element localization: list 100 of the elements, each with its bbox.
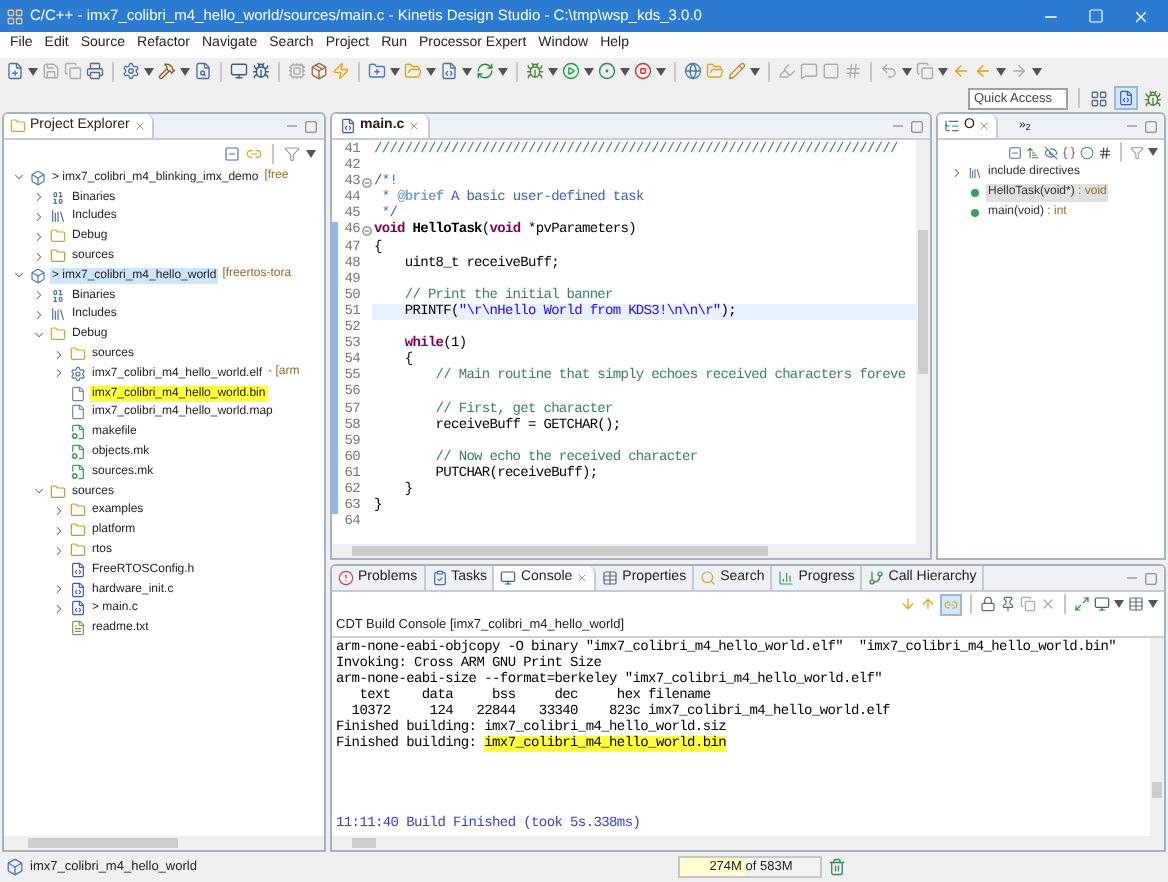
folder-icon[interactable]	[70, 502, 86, 519]
progress-icon[interactable]	[778, 570, 795, 586]
folder-icon[interactable]	[50, 248, 66, 265]
bug-icon[interactable]	[526, 62, 544, 80]
link-icon[interactable]	[246, 145, 262, 161]
caret-icon[interactable]	[426, 67, 436, 75]
close-icon[interactable]	[408, 120, 421, 132]
caret-icon[interactable]	[28, 67, 38, 75]
code-file-icon[interactable]	[70, 581, 86, 598]
collapse-chevron-icon[interactable]	[32, 484, 46, 499]
text-file-icon[interactable]	[70, 620, 86, 637]
folder-icon[interactable]	[50, 483, 66, 500]
lock-icon[interactable]	[980, 596, 996, 612]
caret-icon[interactable]	[390, 67, 400, 75]
scrollbar[interactable]	[1150, 637, 1164, 836]
chip-icon[interactable]	[288, 62, 306, 80]
fold-icon[interactable]	[361, 177, 371, 188]
open-perspective-icon[interactable]	[1090, 89, 1108, 107]
copy-icon[interactable]	[1020, 596, 1036, 612]
code-file-icon[interactable]	[70, 561, 86, 578]
caret-icon[interactable]	[1148, 148, 1158, 156]
scrollbar[interactable]	[916, 140, 930, 544]
lightning-icon[interactable]	[332, 62, 350, 80]
bug-icon[interactable]	[1144, 89, 1162, 107]
bug-icon[interactable]	[252, 62, 270, 80]
run-config-icon[interactable]	[598, 62, 616, 80]
caret-icon[interactable]	[996, 67, 1006, 75]
caret-icon[interactable]	[498, 67, 508, 75]
copy-icon[interactable]	[64, 62, 82, 80]
library-icon[interactable]	[50, 306, 66, 323]
fold-icon[interactable]	[361, 226, 371, 237]
caret-icon[interactable]	[620, 67, 630, 75]
library-icon[interactable]	[50, 208, 66, 225]
folder-icon[interactable]	[70, 346, 86, 363]
caret-icon[interactable]	[462, 67, 472, 75]
trash-icon[interactable]	[828, 858, 847, 876]
gear-icon[interactable]	[70, 365, 86, 382]
file-icon[interactable]	[70, 424, 86, 441]
file-search-icon[interactable]	[194, 62, 212, 80]
new-file-icon[interactable]	[6, 62, 24, 80]
gear-icon[interactable]	[122, 62, 140, 80]
collapse-chevron-icon[interactable]	[32, 327, 46, 342]
caret-icon[interactable]	[180, 67, 190, 75]
pin-icon[interactable]	[1000, 596, 1016, 612]
project-icon[interactable]	[30, 267, 46, 284]
expand-chevron-icon[interactable]	[950, 166, 964, 181]
maximize-icon[interactable]	[304, 119, 318, 133]
code-file-icon[interactable]	[340, 118, 356, 134]
code-file-icon[interactable]	[70, 600, 86, 617]
caret-icon[interactable]	[656, 67, 666, 75]
collapse-all-icon[interactable]	[1008, 145, 1022, 159]
package-icon[interactable]	[310, 62, 328, 80]
arrow-down-icon[interactable]	[900, 596, 916, 612]
square-icon[interactable]	[822, 62, 840, 80]
caret-icon[interactable]	[902, 67, 912, 75]
print-icon[interactable]	[86, 62, 104, 80]
collapse-chevron-icon[interactable]	[12, 170, 26, 185]
close-icon[interactable]	[576, 572, 589, 584]
hierarchy-icon[interactable]	[868, 570, 885, 586]
globe-icon[interactable]	[684, 62, 702, 80]
folder-icon[interactable]	[50, 326, 66, 343]
new-folder-icon[interactable]	[368, 62, 386, 80]
file-icon[interactable]	[70, 444, 86, 461]
run-icon[interactable]	[562, 62, 580, 80]
caret-icon[interactable]	[1114, 600, 1124, 608]
scrollbar[interactable]	[4, 836, 324, 850]
refresh-icon[interactable]	[476, 62, 494, 80]
file-icon[interactable]	[70, 463, 86, 480]
caret-icon[interactable]	[144, 67, 154, 75]
binaries-icon[interactable]	[50, 287, 66, 304]
comment-icon[interactable]	[800, 62, 818, 80]
file-icon[interactable]	[70, 404, 86, 421]
caret-icon[interactable]	[548, 67, 558, 75]
close-icon[interactable]	[978, 120, 991, 132]
caret-icon[interactable]	[306, 149, 316, 157]
monitor-icon[interactable]	[500, 570, 517, 586]
warning-icon[interactable]	[338, 570, 354, 586]
caret-icon[interactable]	[1032, 67, 1042, 75]
folder-icon[interactable]	[50, 228, 66, 245]
caret-icon[interactable]	[750, 67, 760, 75]
collapse-all-icon[interactable]	[224, 145, 240, 161]
monitor-icon[interactable]	[230, 62, 248, 80]
outline-icon[interactable]	[944, 118, 960, 134]
maximize-icon[interactable]	[1144, 571, 1158, 585]
stop-icon[interactable]	[634, 62, 652, 80]
table-icon[interactable]	[602, 570, 619, 586]
binaries-icon[interactable]	[50, 189, 66, 206]
sort-icon[interactable]	[1026, 145, 1040, 159]
pencil-icon[interactable]	[728, 62, 746, 80]
caret-icon[interactable]	[584, 67, 594, 75]
folder-icon[interactable]	[70, 522, 86, 539]
maximize-icon[interactable]	[1144, 119, 1158, 133]
open-folder-icon[interactable]	[706, 62, 724, 80]
maximize-icon[interactable]	[910, 119, 924, 133]
close-icon[interactable]	[133, 120, 146, 132]
folder-icon[interactable]	[10, 118, 26, 134]
filter-icon[interactable]	[284, 145, 300, 161]
scrollbar[interactable]	[332, 544, 930, 558]
monitor-icon[interactable]	[1094, 596, 1110, 612]
collapse-chevron-icon[interactable]	[12, 268, 26, 283]
